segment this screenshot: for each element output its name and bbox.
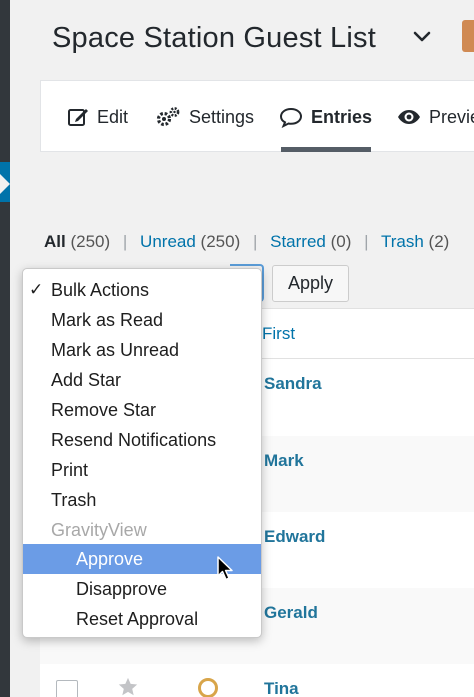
entry-first-name[interactable]: Gerald <box>264 603 318 623</box>
bulk-option-label: Bulk Actions <box>51 280 150 300</box>
bulk-option-remove-star[interactable]: Remove Star <box>23 395 261 425</box>
bulk-actions-dropdown: ✓ Bulk Actions Mark as Read Mark as Unre… <box>22 268 262 638</box>
page-title: Space Station Guest List <box>52 21 376 54</box>
filter-trash-label: Trash <box>380 232 424 251</box>
bulk-optgroup-gravityview: GravityView <box>23 515 261 545</box>
chevron-down-icon[interactable] <box>410 24 434 48</box>
gear-icon <box>156 107 180 127</box>
bulk-option-resend-notifications[interactable]: Resend Notifications <box>23 425 261 455</box>
bulk-option-mark-as-unread[interactable]: Mark as Unread <box>23 335 261 365</box>
comment-icon <box>279 107 303 128</box>
filter-all-label: All <box>44 232 66 251</box>
form-toolbar: Edit Settings Entries Previe <box>40 80 474 152</box>
bulk-option-label: Trash <box>51 490 97 510</box>
filter-unread[interactable]: Unread <box>140 232 196 251</box>
admin-sidebar <box>0 0 10 697</box>
bulk-option-reset-approval[interactable]: Reset Approval <box>23 604 261 634</box>
bulk-option-label: Remove Star <box>51 400 157 420</box>
bulk-option-label: Disapprove <box>76 579 168 599</box>
bulk-option-trash[interactable]: Trash <box>23 485 261 515</box>
bulk-option-label: Approve <box>76 549 144 569</box>
toolbar-entries-label: Entries <box>311 106 373 127</box>
bulk-option-print[interactable]: Print <box>23 455 261 485</box>
toolbar-settings[interactable]: Settings <box>155 81 254 153</box>
bulk-optgroup-label: GravityView <box>51 520 147 540</box>
filter-starred-count: (0) <box>330 232 352 251</box>
filter-all-count: (250) <box>70 232 111 251</box>
row-checkbox[interactable] <box>56 680 78 697</box>
entry-first-name[interactable]: Tina <box>264 679 299 697</box>
toolbar-entries[interactable]: Entries <box>279 81 372 153</box>
toolbar-settings-label: Settings <box>189 106 255 127</box>
bulk-option-label: Resend Notifications <box>51 430 217 450</box>
active-menu-arrow <box>0 174 10 194</box>
eye-icon <box>398 110 420 124</box>
page-header: Space Station Guest List <box>52 18 376 58</box>
filter-starred-label: Starred <box>270 232 326 251</box>
filter-trash-count: (2) <box>428 232 450 251</box>
toolbar-preview[interactable]: Previe <box>397 81 474 153</box>
toolbar-preview-label: Previe <box>429 106 474 127</box>
entry-filters: All (250) | Unread (250) | Starred (0) |… <box>44 232 449 252</box>
bulk-option-label: Mark as Unread <box>51 340 180 360</box>
bulk-option-bulk-actions[interactable]: ✓ Bulk Actions <box>23 275 261 305</box>
entry-first-name[interactable]: Sandra <box>264 374 322 394</box>
bulk-option-label: Add Star <box>51 370 122 390</box>
bulk-option-label: Reset Approval <box>76 609 199 629</box>
form-switcher-button[interactable] <box>462 20 474 52</box>
edit-icon <box>68 109 88 126</box>
filter-unread-label: Unread <box>140 232 196 251</box>
filter-separator: | <box>252 232 258 251</box>
mouse-cursor-icon <box>217 556 233 581</box>
entry-first-name[interactable]: Edward <box>264 527 325 547</box>
checkmark-icon: ✓ <box>29 280 44 299</box>
star-icon[interactable] <box>117 676 139 697</box>
filter-all[interactable]: All <box>44 232 66 251</box>
bulk-option-label: Print <box>51 460 89 480</box>
bulk-option-label: Mark as Read <box>51 310 164 330</box>
toolbar-edit-label: Edit <box>97 106 129 127</box>
bulk-option-add-star[interactable]: Add Star <box>23 365 261 395</box>
filter-trash[interactable]: Trash <box>381 232 424 251</box>
filter-unread-count: (250) <box>200 232 241 251</box>
approval-status-icon[interactable] <box>198 678 218 697</box>
apply-button[interactable]: Apply <box>272 265 349 302</box>
active-tab-indicator <box>281 147 371 152</box>
filter-separator: | <box>122 232 128 251</box>
column-header-first[interactable]: First <box>262 324 295 344</box>
filter-starred[interactable]: Starred <box>270 232 326 251</box>
bulk-option-mark-as-read[interactable]: Mark as Read <box>23 305 261 335</box>
toolbar-edit[interactable]: Edit <box>67 81 128 153</box>
entry-first-name[interactable]: Mark <box>264 451 304 471</box>
filter-separator: | <box>364 232 369 251</box>
